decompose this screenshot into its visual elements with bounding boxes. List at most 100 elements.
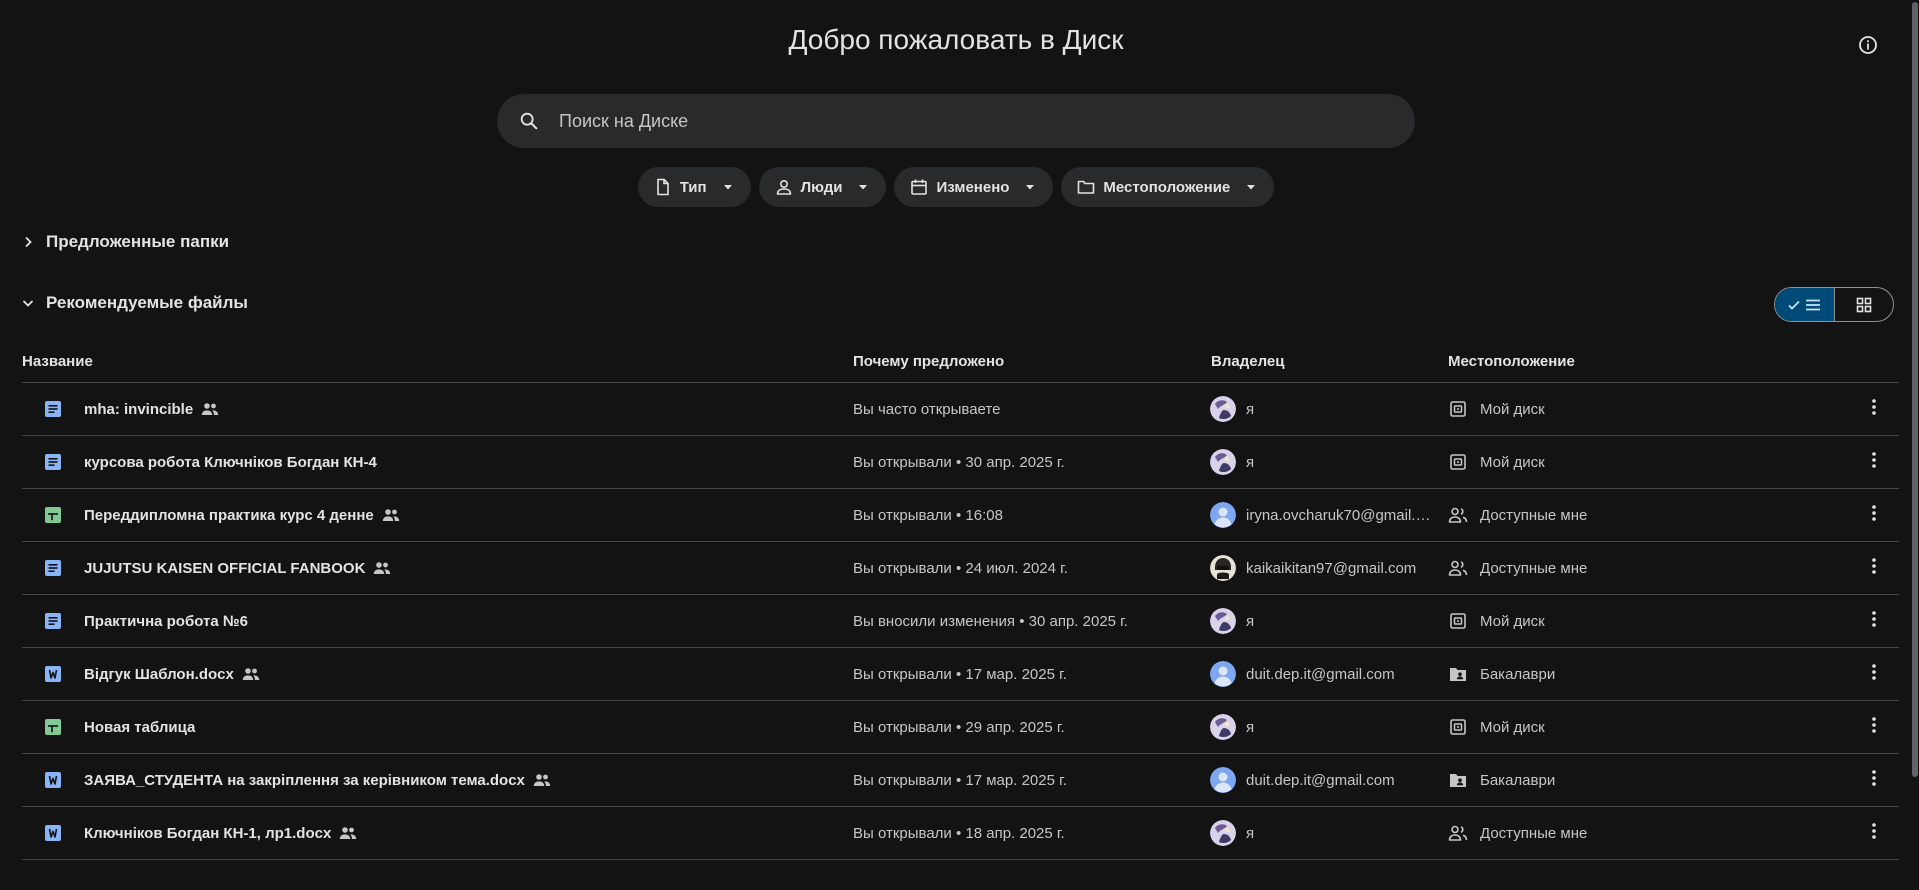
docs-icon (44, 453, 62, 471)
chevron-down-icon (1247, 185, 1256, 190)
info-button[interactable] (1856, 33, 1880, 57)
shared-with-me-icon (1448, 823, 1468, 843)
more-vert-icon[interactable] (1871, 611, 1876, 631)
more-actions-button[interactable] (1848, 664, 1899, 684)
check-icon (1788, 300, 1800, 310)
table-row[interactable]: Переддипломна практика курс 4 денне Вы от… (22, 489, 1899, 542)
suggestion-reason: Вы открывали • 16:08 (853, 506, 1003, 524)
more-actions-button[interactable] (1848, 611, 1899, 631)
suggestion-reason: Вы часто открываете (853, 400, 1001, 418)
owner-name: я (1246, 824, 1255, 842)
avatar (1210, 396, 1236, 422)
file-name[interactable]: ЗАЯВА_СТУДЕНТА на закріплення за керівни… (84, 772, 525, 789)
column-header-name[interactable]: Название (22, 353, 853, 370)
chevron-down-icon (1026, 185, 1035, 190)
shared-with-me-icon (1448, 505, 1468, 525)
table-row[interactable]: Відгук Шаблон.docx Вы открывали • 17 мар.… (22, 648, 1899, 701)
owner-name: iryna.ovcharuk70@gmail.com (1246, 506, 1436, 524)
more-vert-icon[interactable] (1871, 664, 1876, 684)
word-icon (44, 771, 62, 789)
file-name[interactable]: Новая таблица (84, 719, 195, 736)
location-link[interactable]: Бакалаври (1480, 772, 1555, 789)
location-link[interactable]: Бакалаври (1480, 666, 1555, 683)
list-view-button[interactable] (1775, 288, 1835, 321)
more-actions-button[interactable] (1848, 770, 1899, 790)
search-input[interactable] (559, 110, 1379, 132)
more-actions-button[interactable] (1848, 823, 1899, 843)
location-link[interactable]: Мой диск (1480, 454, 1545, 471)
file-name[interactable]: mha: invincible (84, 401, 193, 418)
location-link[interactable]: Мой диск (1480, 401, 1545, 418)
shared-folder-icon (1448, 664, 1468, 684)
table-row[interactable]: Практична робота №6 Вы вносили изменения … (22, 595, 1899, 648)
file-name[interactable]: Відгук Шаблон.docx (84, 666, 234, 683)
suggestion-reason: Вы открывали • 17 мар. 2025 г. (853, 665, 1067, 683)
table-row[interactable]: JUJUTSU KAISEN OFFICIAL FANBOOK Вы открыв… (22, 542, 1899, 595)
filter-people[interactable]: Люди (758, 167, 887, 207)
more-actions-button[interactable] (1848, 505, 1899, 525)
more-vert-icon[interactable] (1871, 452, 1876, 472)
chevron-down-icon (22, 300, 34, 307)
my-drive-icon (1448, 452, 1468, 472)
table-row[interactable]: mha: invincible Вы часто открываете я Мой д… (22, 383, 1899, 436)
column-header-owner: Владелец (1211, 353, 1285, 370)
more-actions-button[interactable] (1848, 717, 1899, 737)
file-name[interactable]: Переддипломна практика курс 4 денне (84, 507, 374, 524)
grid-view-button[interactable] (1835, 288, 1894, 321)
shared-people-icon (201, 402, 219, 416)
shared-people-icon (373, 561, 391, 575)
my-drive-icon (1448, 399, 1468, 419)
more-vert-icon[interactable] (1871, 505, 1876, 525)
file-name[interactable]: Практична робота №6 (84, 613, 248, 630)
filter-modified-label: Изменено (936, 178, 1010, 196)
filter-modified[interactable]: Изменено (894, 167, 1054, 207)
grid-icon (1856, 297, 1872, 312)
filter-type[interactable]: Тип (637, 167, 751, 207)
table-row[interactable]: ЗАЯВА_СТУДЕНТА на закріплення за керівни… (22, 754, 1899, 807)
file-name[interactable]: JUJUTSU KAISEN OFFICIAL FANBOOK (84, 560, 365, 577)
suggested-folders-toggle[interactable]: Предложенные папки (22, 232, 229, 252)
owner-name: я (1246, 400, 1255, 418)
location-link[interactable]: Доступные мне (1480, 825, 1587, 842)
owner-name: duit.dep.it@gmail.com (1246, 771, 1395, 789)
suggested-folders-title: Предложенные папки (46, 232, 230, 251)
more-vert-icon[interactable] (1871, 823, 1876, 843)
owner-name: я (1246, 612, 1255, 630)
avatar (1210, 714, 1236, 740)
more-vert-icon[interactable] (1871, 558, 1876, 578)
search-bar[interactable] (497, 94, 1415, 148)
scrollbar[interactable] (1911, 0, 1919, 890)
column-header-why: Почему предложено (853, 353, 1005, 370)
location-link[interactable]: Доступные мне (1480, 507, 1587, 524)
search-icon[interactable] (517, 109, 541, 133)
shared-people-icon (242, 667, 260, 681)
file-icon (656, 178, 669, 196)
table-header: Название Почему предложено Владелец Мест… (22, 341, 1899, 383)
more-actions-button[interactable] (1848, 452, 1899, 472)
word-icon (44, 824, 62, 842)
location-link[interactable]: Доступные мне (1480, 560, 1587, 577)
table-row[interactable]: курсова робота Ключніков Богдан КН-4 Вы о… (22, 436, 1899, 489)
recommended-files-toggle[interactable]: Рекомендуемые файлы (22, 293, 248, 313)
file-name[interactable]: Ключніков Богдан КН-1, лр1.docx (84, 825, 331, 842)
suggestion-reason: Вы открывали • 17 мар. 2025 г. (853, 771, 1067, 789)
chevron-down-icon (723, 185, 732, 190)
location-link[interactable]: Мой диск (1480, 613, 1545, 630)
folder-icon (1078, 180, 1095, 194)
table-row[interactable]: Новая таблица Вы открывали • 29 апр. 2025… (22, 701, 1899, 754)
shared-with-me-icon (1448, 558, 1468, 578)
docs-icon (44, 400, 62, 418)
more-vert-icon[interactable] (1871, 399, 1876, 419)
location-link[interactable]: Мой диск (1480, 719, 1545, 736)
table-row[interactable]: Ключніков Богдан КН-1, лр1.docx Вы открыв… (22, 807, 1899, 860)
more-actions-button[interactable] (1848, 399, 1899, 419)
file-name[interactable]: курсова робота Ключніков Богдан КН-4 (84, 454, 377, 471)
more-vert-icon[interactable] (1871, 770, 1876, 790)
filter-location[interactable]: Местоположение (1061, 167, 1275, 207)
sheets-icon (44, 718, 62, 736)
more-vert-icon[interactable] (1871, 717, 1876, 737)
scrollbar-thumb[interactable] (1912, 2, 1918, 777)
more-actions-button[interactable] (1848, 558, 1899, 578)
person-icon (776, 179, 791, 195)
my-drive-icon (1448, 717, 1468, 737)
